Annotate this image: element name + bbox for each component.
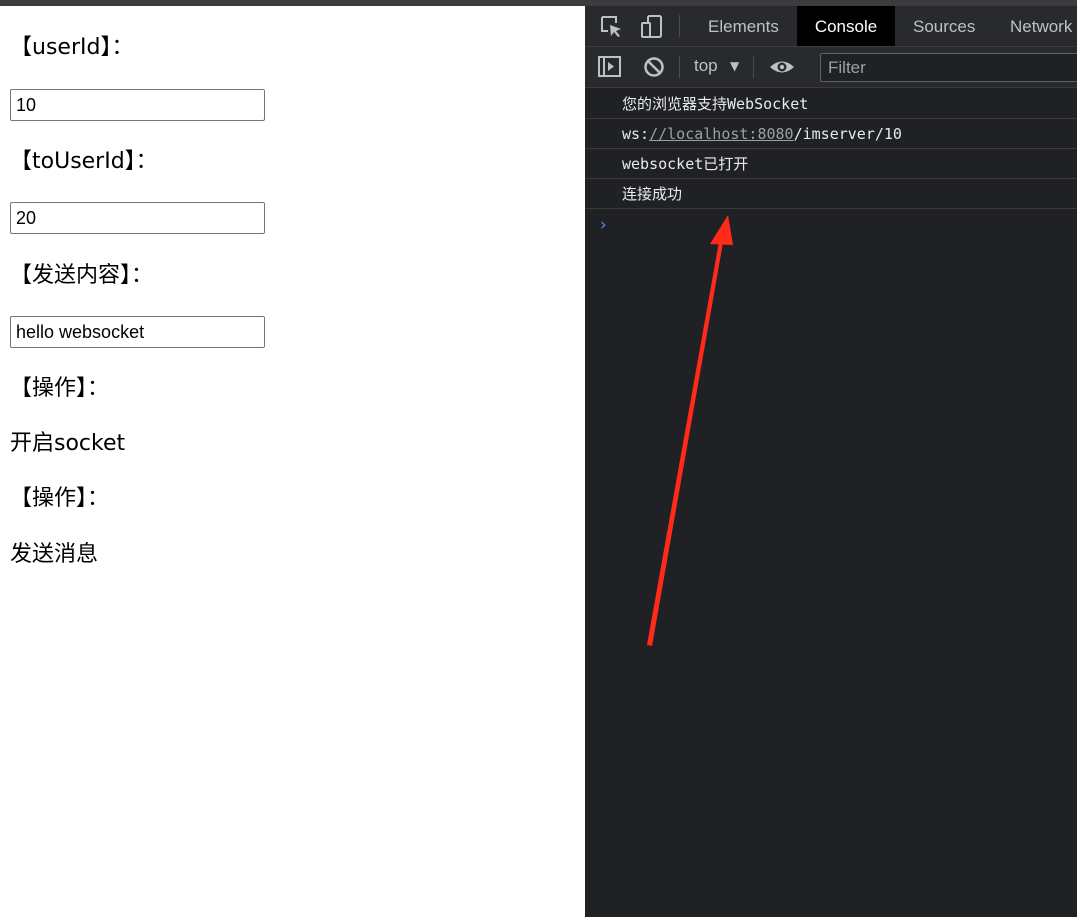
console-log-line: ws://localhost:8080/imserver/10 — [585, 119, 1077, 149]
touserid-label: 【toUserId】： — [10, 149, 158, 174]
console-message: 连接成功 — [622, 185, 683, 203]
content-label: 【发送内容】： — [10, 263, 154, 288]
dropdown-arrow-icon: ▼ — [730, 59, 740, 73]
open-socket-button[interactable]: 开启socket — [10, 430, 125, 458]
console-message: websocket已打开 — [622, 155, 749, 173]
devtools-panel: Elements Console Sources Network top ▼ 您… — [585, 6, 1077, 917]
tab-elements[interactable]: Elements — [695, 6, 789, 46]
console-log-line: 您的浏览器支持WebSocket — [585, 89, 1077, 119]
url-scheme: ws: — [622, 125, 650, 143]
userid-input[interactable] — [10, 89, 265, 121]
console-prompt-icon[interactable]: › — [598, 215, 608, 235]
console-message: ws://localhost:8080/imserver/10 — [622, 119, 902, 149]
console-url-link[interactable]: //localhost:8080 — [649, 125, 794, 143]
device-toolbar-icon[interactable] — [639, 14, 665, 40]
devtools-tab-bar: Elements Console Sources Network — [585, 6, 1077, 47]
userid-label: 【userId】： — [10, 35, 134, 60]
separator — [753, 56, 754, 78]
separator — [679, 56, 680, 78]
content-input[interactable] — [10, 316, 265, 348]
separator — [679, 15, 680, 37]
live-expression-eye-icon[interactable] — [769, 54, 795, 80]
touserid-input[interactable] — [10, 202, 265, 234]
clear-console-icon[interactable] — [641, 54, 667, 80]
console-filter-input[interactable] — [820, 53, 1077, 82]
operation-label: 【操作】： — [10, 376, 110, 401]
inspect-element-icon[interactable] — [599, 14, 625, 40]
url-path: /imserver/10 — [793, 125, 902, 143]
console-log-line: 连接成功 — [585, 179, 1077, 209]
tab-network[interactable]: Network — [1010, 6, 1072, 46]
sidebar-toggle-icon[interactable] — [597, 54, 623, 80]
console-log-line: websocket已打开 — [585, 149, 1077, 179]
console-message: 您的浏览器支持WebSocket — [622, 95, 809, 113]
operation-label: 【操作】： — [10, 486, 110, 511]
context-selector[interactable]: top — [694, 56, 718, 76]
tab-sources[interactable]: Sources — [913, 6, 975, 46]
send-message-button[interactable]: 发送消息 — [10, 541, 98, 569]
tab-console[interactable]: Console — [797, 6, 895, 46]
console-toolbar: top ▼ — [585, 47, 1077, 88]
web-page: 【userId】： 【toUserId】： 【发送内容】： 【操作】： 开启so… — [0, 6, 585, 917]
